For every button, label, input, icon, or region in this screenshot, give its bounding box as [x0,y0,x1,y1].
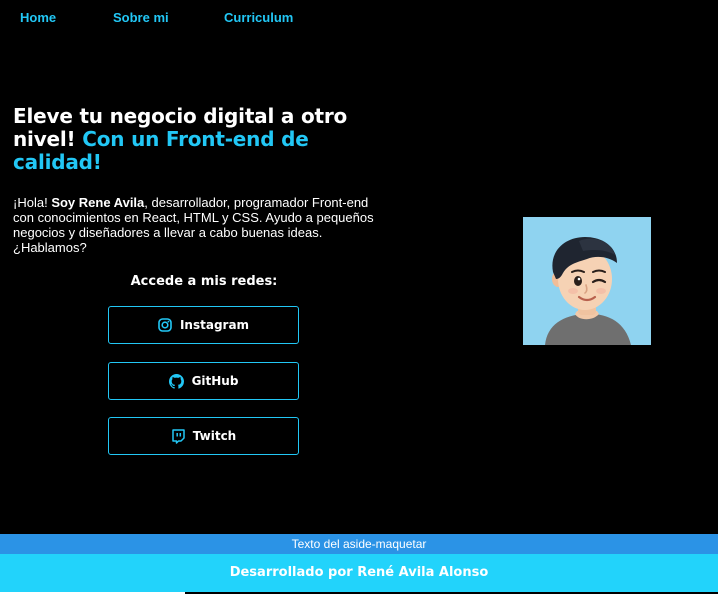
twitch-button[interactable]: Twitch [108,417,299,455]
aside-bar: Texto del aside-maquetar [0,534,718,554]
instagram-icon [158,318,172,332]
nav-link-sobre-mi[interactable]: Sobre mi [113,10,169,25]
footer: Desarrollado por René Avila Alonso [0,554,718,592]
github-button[interactable]: GitHub [108,362,299,400]
nav-link-home[interactable]: Home [20,10,56,25]
instagram-label: Instagram [179,318,250,332]
nav-link-curriculum[interactable]: Curriculum [224,10,293,25]
hero-heading: Eleve tu negocio digital a otro nivel! C… [13,105,393,174]
social-title: Accede a mis redes: [130,274,278,289]
instagram-button[interactable]: Instagram [108,306,299,344]
github-icon [168,373,184,389]
intro-greeting: ¡Hola! [13,195,48,210]
twitch-icon [171,428,185,444]
github-label: GitHub [191,374,239,388]
intro-name: Soy Rene Avila [51,195,145,210]
intro-paragraph: ¡Hola! Soy Rene Avila, desarrollador, pr… [13,195,385,255]
top-nav: Home Sobre mi Curriculum [0,10,718,28]
twitch-label: Twitch [192,429,237,443]
avatar [523,217,651,345]
